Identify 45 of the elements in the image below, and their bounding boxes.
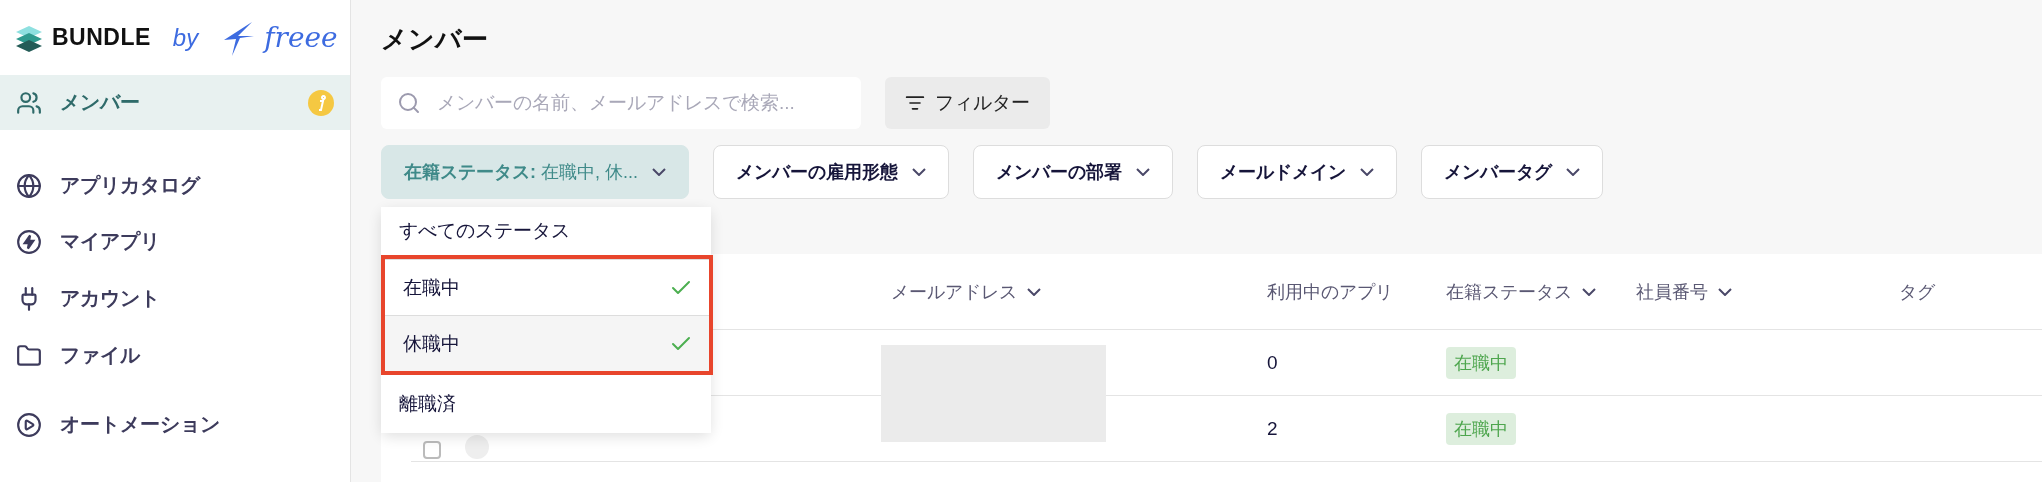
filter-chip[interactable]: メールドメイン [1197,145,1398,199]
chevron-icon [1566,168,1581,176]
status-badge: 在職中 [1446,412,1516,445]
play-icon [16,411,42,438]
search-field[interactable]: メンバーの名前、メールアドレスで検索... [381,77,861,129]
filter-button[interactable]: フィルター [885,77,1050,129]
column-header[interactable]: メールアドレス [891,279,1267,304]
column-header[interactable]: 社員番号 [1636,279,1899,304]
filter-icon [905,93,925,113]
table-cell-text: 2 [1267,417,1279,440]
nav-item[interactable]: マイアプリ [0,213,350,270]
chevron-icon [1582,287,1596,296]
folder-icon [16,342,42,369]
chevron-icon [1718,287,1732,296]
brand-name: BUNDLE [52,24,151,51]
globe-icon [16,172,42,199]
filter-chip[interactable]: メンバーの部署 [973,145,1174,199]
status-badge: 在職中 [1446,346,1516,379]
nav-item[interactable]: ファイル [0,327,350,384]
chevron-icon [652,168,667,176]
table-cell-text: 0 [1267,351,1279,374]
chevron-icon [1027,287,1041,296]
row-checkbox[interactable] [423,441,441,459]
search-icon [397,91,421,115]
chevron-icon [1136,168,1151,176]
nav-item[interactable]: アカウント [0,270,350,327]
by-text: by [172,23,199,52]
avatar [465,435,489,459]
column-header: タグ [1899,280,1936,304]
nav-item[interactable]: メンバー [0,75,350,130]
partner-name: freee [264,21,338,54]
menu-item[interactable]: 休職中 [385,315,709,371]
people-icon [16,89,42,116]
column-header: 利用中のアプリ [1267,280,1394,304]
menu-item[interactable]: すべてのステータス [381,207,711,255]
lightning-icon [16,228,42,255]
nav-item[interactable]: アプリカタログ [0,158,350,213]
nav-item[interactable]: オートメーション [0,396,350,453]
filter-chip[interactable]: メンバータグ [1421,145,1604,199]
menu-item[interactable]: 離職済 [381,375,711,433]
page-title: メンバー [381,23,489,56]
filter-chip[interactable]: メンバーの雇用形態 [713,145,950,199]
chevron-icon [912,168,927,176]
chevron-icon [1360,168,1375,176]
column-header[interactable]: 在籍ステータス [1446,279,1636,304]
